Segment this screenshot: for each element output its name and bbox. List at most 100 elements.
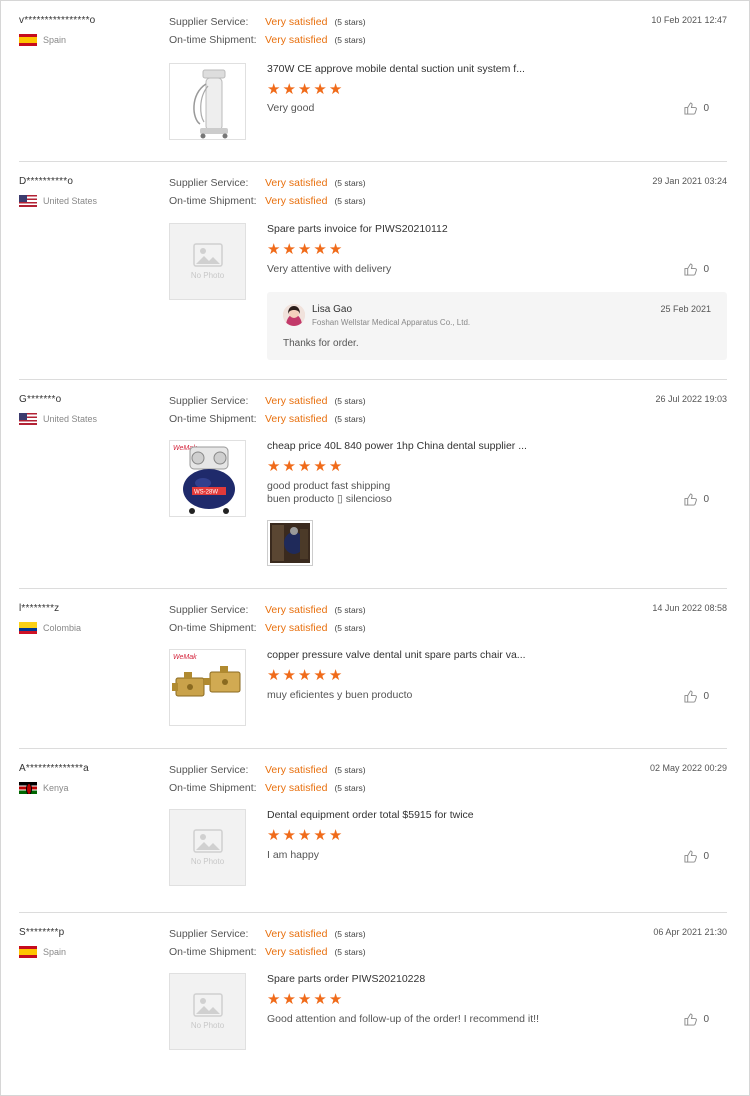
supplier-ratings: Supplier Service: Very satisfied (5 stars)… <box>169 601 366 637</box>
shipment-value: Very satisfied <box>265 413 328 425</box>
product-image[interactable] <box>169 63 246 140</box>
supplier-ratings: Supplier Service: Very satisfied (5 stars)… <box>169 761 366 797</box>
star-icon: ★ <box>328 667 343 684</box>
review-comment: Good attention and follow-up of the orde… <box>267 1013 539 1025</box>
no-photo-placeholder: No Photo <box>169 223 246 300</box>
star-icon: ★ <box>297 458 312 475</box>
like-count: 0 <box>703 494 709 505</box>
shipment-stars: (5 stars) <box>334 783 366 793</box>
star-rating: ★ ★ ★ ★ ★ <box>267 992 342 1007</box>
product-image[interactable]: WeMak WS-28W <box>169 440 246 517</box>
like-count: 0 <box>703 1014 709 1025</box>
star-icon: ★ <box>267 667 281 684</box>
like-button[interactable]: 0 <box>684 263 709 276</box>
thumbs-up-icon <box>684 102 698 115</box>
suction-unit-image <box>170 64 245 139</box>
star-icon: ★ <box>267 991 281 1008</box>
compressor-image: WeMak WS-28W <box>170 441 245 516</box>
like-count: 0 <box>703 103 709 114</box>
thumbs-up-icon <box>684 493 698 506</box>
like-button[interactable]: 0 <box>684 493 709 506</box>
seller-reply: Lisa Gao Foshan Wellstar Medical Apparat… <box>267 292 727 360</box>
no-photo-label: No Photo <box>190 1021 225 1030</box>
review-comment: muy eficientes y buen producto <box>267 689 413 701</box>
review-photo-image <box>270 523 310 563</box>
star-icon: ★ <box>313 991 327 1008</box>
supplier-service-value: Very satisfied <box>265 16 328 28</box>
review-comment: good product fast shipping buen producto… <box>267 480 392 506</box>
country-label: United States <box>43 196 98 206</box>
shipment-label: On-time Shipment: <box>169 413 257 425</box>
spain-flag-icon <box>19 34 37 46</box>
review-item: A**************a Kenya Supplier Service:… <box>19 749 727 913</box>
shipment-stars: (5 stars) <box>334 623 366 633</box>
shipment-stars: (5 stars) <box>334 35 366 45</box>
star-icon: ★ <box>297 667 312 684</box>
review-date: 26 Jul 2022 19:03 <box>655 394 727 404</box>
shipment-label: On-time Shipment: <box>169 34 257 46</box>
review-date: 14 Jun 2022 08:58 <box>652 603 727 613</box>
supplier-ratings: Supplier Service: Very satisfied (5 stars)… <box>169 392 366 428</box>
supplier-ratings: Supplier Service: Very satisfied (5 stars)… <box>169 174 366 210</box>
shipment-label: On-time Shipment: <box>169 195 257 207</box>
supplier-service-stars: (5 stars) <box>334 396 366 406</box>
thumbs-up-icon <box>684 263 698 276</box>
reviewer-name: v****************o <box>19 15 96 26</box>
review-date: 06 Apr 2021 21:30 <box>653 927 727 937</box>
like-button[interactable]: 0 <box>684 690 709 703</box>
star-icon: ★ <box>328 827 343 844</box>
star-icon: ★ <box>313 241 327 258</box>
product-title-link[interactable]: copper pressure valve dental unit spare … <box>267 649 526 661</box>
kenya-flag-icon <box>19 782 37 794</box>
no-photo-label: No Photo <box>190 271 225 280</box>
country-label: Spain <box>43 947 67 957</box>
reviewer-country: Kenya <box>19 782 69 794</box>
like-button[interactable]: 0 <box>684 1013 709 1026</box>
star-icon: ★ <box>267 827 281 844</box>
no-photo-placeholder: No Photo <box>169 809 246 886</box>
supplier-ratings: Supplier Service: Very satisfied (5 stars)… <box>169 13 366 49</box>
product-title-link[interactable]: cheap price 40L 840 power 1hp China dent… <box>267 440 527 452</box>
supplier-service-stars: (5 stars) <box>334 765 366 775</box>
star-icon: ★ <box>313 667 327 684</box>
star-icon: ★ <box>267 81 281 98</box>
shipment-value: Very satisfied <box>265 195 328 207</box>
star-icon: ★ <box>297 81 312 98</box>
shipment-value: Very satisfied <box>265 782 328 794</box>
like-count: 0 <box>703 264 709 275</box>
supplier-service-label: Supplier Service: <box>169 928 249 940</box>
product-title-link[interactable]: 370W CE approve mobile dental suction un… <box>267 63 525 75</box>
shipment-stars: (5 stars) <box>334 196 366 206</box>
country-label: Colombia <box>43 623 82 633</box>
like-button[interactable]: 0 <box>684 850 709 863</box>
like-button[interactable]: 0 <box>684 102 709 115</box>
reviewer-country: United States <box>19 195 97 207</box>
star-icon: ★ <box>267 241 281 258</box>
reviewer-name: D**********o <box>19 176 74 187</box>
image-placeholder-icon <box>192 829 223 853</box>
star-icon: ★ <box>297 991 312 1008</box>
review-photo-attachment[interactable] <box>267 520 313 566</box>
country-label: Kenya <box>43 783 69 793</box>
star-icon: ★ <box>267 458 281 475</box>
shipment-label: On-time Shipment: <box>169 622 257 634</box>
product-image[interactable]: WeMak <box>169 649 246 726</box>
supplier-service-label: Supplier Service: <box>169 16 249 28</box>
product-title-link[interactable]: Spare parts invoice for PIWS20210112 <box>267 223 448 235</box>
star-icon: ★ <box>282 81 296 98</box>
colombia-flag-icon <box>19 622 37 634</box>
supplier-ratings: Supplier Service: Very satisfied (5 stars)… <box>169 925 366 961</box>
star-rating: ★ ★ ★ ★ ★ <box>267 82 342 97</box>
supplier-service-stars: (5 stars) <box>334 17 366 27</box>
product-title-link[interactable]: Dental equipment order total $5915 for t… <box>267 809 474 821</box>
comment-line: good product fast shipping <box>267 480 391 492</box>
reviewer-name: G*******o <box>19 394 62 405</box>
review-item: v****************o Spain Supplier Servic… <box>19 1 727 162</box>
seller-company: Foshan Wellstar Medical Apparatus Co., L… <box>312 318 471 327</box>
reply-date: 25 Feb 2021 <box>660 304 711 314</box>
supplier-service-value: Very satisfied <box>265 764 328 776</box>
product-title-link[interactable]: Spare parts order PIWS20210228 <box>267 973 425 985</box>
reviewer-name: S********p <box>19 927 65 938</box>
review-date: 02 May 2022 00:29 <box>649 763 727 773</box>
reply-text: Thanks for order. <box>283 338 359 349</box>
